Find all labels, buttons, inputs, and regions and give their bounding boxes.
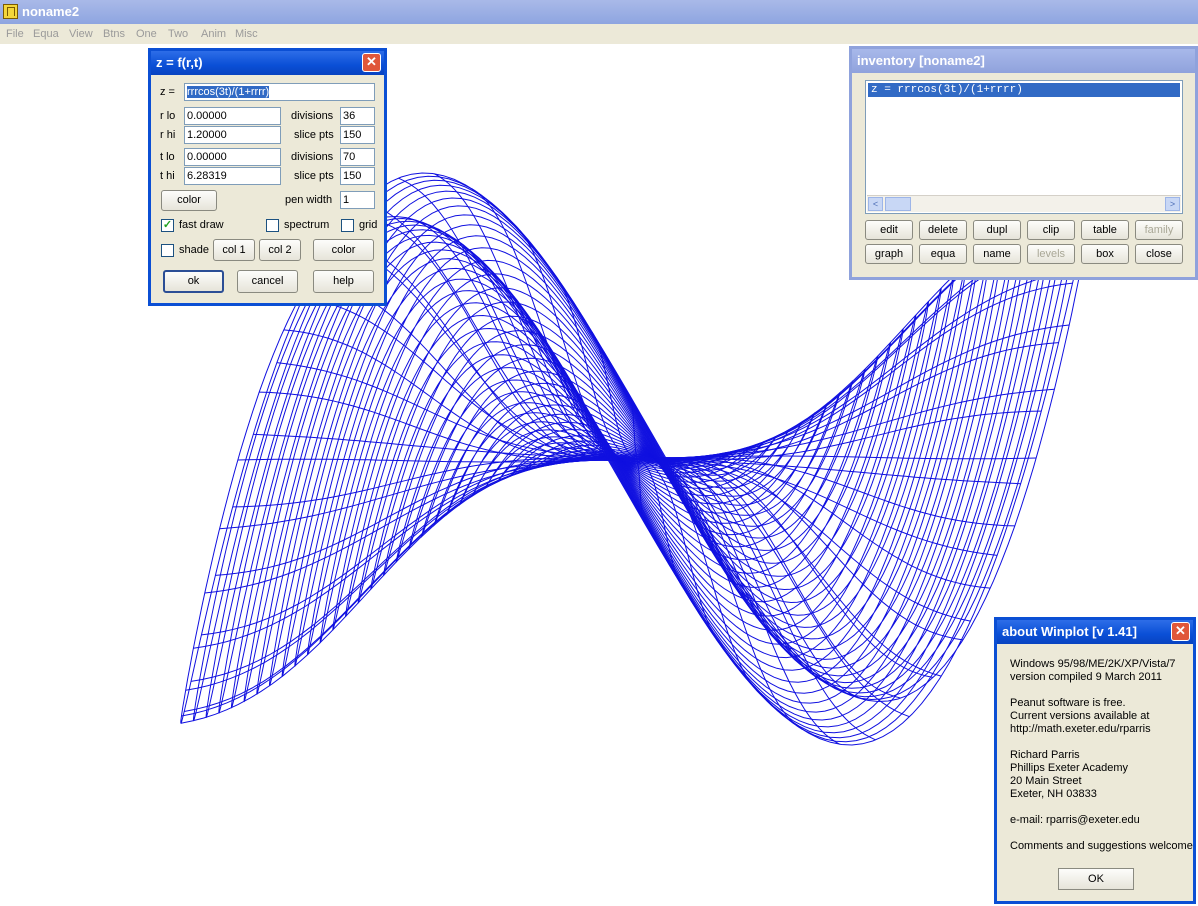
about-ok-button[interactable]: OK [1058, 868, 1134, 890]
function-dialog-title[interactable]: z = f(r,t) [151, 51, 384, 75]
surface-radial-line [636, 282, 1073, 460]
t-lo-input[interactable]: 0.00000 [184, 148, 281, 166]
scroll-left-icon[interactable]: < [868, 197, 883, 211]
inventory-window: inventory [noname2] z = rrrcos(3t)/(1+rr… [849, 46, 1198, 280]
table-button[interactable]: table [1081, 220, 1129, 240]
z-formula-input[interactable]: rrrcos(3t)/(1+rrrr) [184, 83, 375, 101]
inventory-list-item[interactable]: z = rrrcos(3t)/(1+rrrr) [868, 83, 1180, 97]
surface-radial-line [185, 458, 638, 691]
t-slice-input[interactable]: 150 [340, 167, 375, 185]
inventory-title[interactable]: inventory [noname2] [852, 49, 1195, 73]
app-title-bar[interactable]: noname2 [0, 0, 1198, 24]
menu-view[interactable]: View [69, 28, 93, 40]
scroll-right-icon[interactable]: > [1165, 197, 1180, 211]
spectrum-label: spectrum [284, 219, 330, 231]
surface-radial-line [636, 324, 1070, 460]
close-icon[interactable]: ✕ [1171, 622, 1190, 641]
about-line: Exeter, NH 03833 [1010, 788, 1097, 800]
r-hi-label: r hi [160, 129, 176, 141]
about-window: about Winplot [v 1.41] ✕ Windows 95/98/M… [994, 617, 1196, 904]
r-divisions-label: divisions [291, 110, 334, 122]
col2-button[interactable]: col 2 [259, 239, 301, 261]
t-hi-label: t hi [160, 170, 175, 182]
fast-draw-label: fast draw [179, 219, 224, 231]
surface-radial-line [636, 458, 841, 745]
t-divisions-input[interactable]: 70 [340, 148, 375, 166]
r-lo-label: r lo [160, 110, 176, 122]
z-label: z = [160, 86, 175, 98]
levels-button: levels [1027, 244, 1075, 264]
menu-btns[interactable]: Btns [103, 28, 125, 40]
menu-one[interactable]: One [136, 28, 157, 40]
equa-button[interactable]: equa [919, 244, 967, 264]
grid-label: grid [359, 219, 378, 231]
col1-button[interactable]: col 1 [213, 239, 255, 261]
pen-width-label: pen width [285, 194, 333, 206]
r-lo-input[interactable]: 0.00000 [184, 107, 281, 125]
color2-button[interactable]: color [313, 239, 374, 261]
inventory-list[interactable]: z = rrrcos(3t)/(1+rrrr) < > [865, 80, 1183, 214]
help-button[interactable]: help [313, 270, 374, 293]
spectrum-checkbox[interactable] [266, 219, 279, 232]
t-hi-input[interactable]: 6.28319 [184, 167, 281, 185]
shade-label: shade [179, 244, 209, 256]
cancel-button[interactable]: cancel [237, 270, 298, 293]
about-line: 20 Main Street [1010, 775, 1082, 787]
clip-button[interactable]: clip [1027, 220, 1075, 240]
close-icon[interactable]: ✕ [362, 53, 381, 72]
about-line: Comments and suggestions welcome [1010, 840, 1193, 852]
app-title: noname2 [22, 4, 80, 19]
dupl-button[interactable]: dupl [973, 220, 1021, 240]
winplot-app-icon [3, 4, 18, 19]
function-dialog: z = f(r,t) ✕ z = rrrcos(3t)/(1+rrrr) r l… [148, 48, 387, 306]
fast-draw-checkbox[interactable]: ✓ [161, 219, 174, 232]
name-button[interactable]: name [973, 244, 1021, 264]
ok-button[interactable]: ok [163, 270, 224, 293]
menu-equa[interactable]: Equa [33, 28, 59, 40]
graph-button[interactable]: graph [865, 244, 913, 264]
t-lo-label: t lo [160, 151, 175, 163]
color-button[interactable]: color [161, 190, 217, 211]
pen-width-input[interactable]: 1 [340, 191, 375, 209]
surface-radial-line [201, 458, 638, 636]
scroll-thumb[interactable] [885, 197, 911, 211]
close-button[interactable]: close [1135, 244, 1183, 264]
surface-radial-line [433, 173, 638, 460]
about-line: Phillips Exeter Academy [1010, 762, 1128, 774]
about-line: Windows 95/98/ME/2K/XP/Vista/7 [1010, 658, 1176, 670]
menu-bar: File Equa View Btns One Two Anim Misc [0, 24, 1198, 44]
surface-radial-line [204, 458, 638, 594]
edit-button[interactable]: edit [865, 220, 913, 240]
about-line: Current versions available at [1010, 710, 1150, 722]
about-line: e-mail: rparris@exeter.edu [1010, 814, 1140, 826]
about-line: Richard Parris [1010, 749, 1080, 761]
surface-radial-line [407, 217, 638, 461]
about-title[interactable]: about Winplot [v 1.41] [997, 620, 1193, 644]
grid-checkbox[interactable] [341, 219, 354, 232]
menu-misc[interactable]: Misc [235, 28, 258, 40]
about-line: Peanut software is free. [1010, 697, 1126, 709]
menu-two[interactable]: Two [168, 28, 188, 40]
family-button: family [1135, 220, 1183, 240]
shade-checkbox[interactable] [161, 244, 174, 257]
delete-button[interactable]: delete [919, 220, 967, 240]
t-divisions-label: divisions [291, 151, 334, 163]
r-hi-input[interactable]: 1.20000 [184, 126, 281, 144]
t-slice-label: slice pts [294, 170, 334, 182]
horizontal-scrollbar[interactable]: < > [867, 195, 1181, 212]
menu-anim[interactable]: Anim [201, 28, 226, 40]
about-line: http://math.exeter.edu/rparris [1010, 723, 1151, 735]
r-slice-input[interactable]: 150 [340, 126, 375, 144]
menu-file[interactable]: File [6, 28, 24, 40]
about-line: version compiled 9 March 2011 [1010, 671, 1163, 683]
r-slice-label: slice pts [294, 129, 334, 141]
box-button[interactable]: box [1081, 244, 1129, 264]
surface-radial-line [636, 457, 867, 701]
r-divisions-input[interactable]: 36 [340, 107, 375, 125]
